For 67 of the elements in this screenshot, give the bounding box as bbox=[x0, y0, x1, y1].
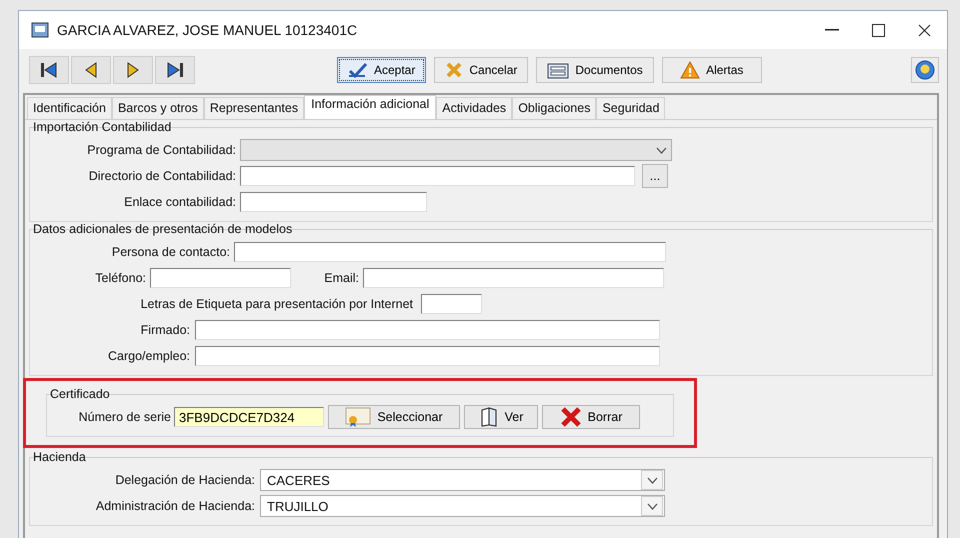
text-field[interactable] bbox=[240, 192, 427, 212]
minimize-icon bbox=[825, 29, 839, 31]
field-label: Email: bbox=[323, 271, 359, 285]
help-button[interactable] bbox=[911, 57, 939, 83]
group-title: Certificado bbox=[49, 387, 111, 401]
text-field[interactable] bbox=[195, 320, 660, 340]
view-button[interactable]: Ver bbox=[464, 405, 538, 429]
field-label: Persona de contacto: bbox=[110, 245, 230, 259]
nav-button[interactable] bbox=[29, 56, 69, 84]
text-field[interactable]: 3FB9DCDCE7D324 bbox=[174, 407, 324, 427]
text-field[interactable] bbox=[240, 166, 635, 186]
group-title: Hacienda bbox=[32, 450, 87, 464]
field-label: Delegación de Hacienda: bbox=[114, 473, 255, 487]
tab[interactable]: Barcos y otros bbox=[112, 97, 204, 119]
text-field[interactable] bbox=[195, 346, 660, 366]
field-label: Número de serie bbox=[78, 410, 171, 424]
tab[interactable]: Identificación bbox=[27, 97, 112, 119]
maximize-icon bbox=[872, 24, 884, 36]
delete-button[interactable]: Borrar bbox=[542, 405, 640, 429]
text-field[interactable] bbox=[363, 268, 664, 288]
first-record-icon bbox=[40, 62, 58, 78]
chevron-icon bbox=[646, 476, 658, 484]
field-label: Programa de Contabilidad: bbox=[86, 143, 236, 157]
field-label: Enlace contabilidad: bbox=[123, 195, 236, 209]
field-label: Firmado: bbox=[140, 323, 190, 337]
nav-button[interactable] bbox=[71, 56, 111, 84]
checkmark-icon bbox=[348, 62, 368, 78]
group-title: Datos adicionales de presentación de modelos bbox=[32, 222, 294, 236]
dropdown-field[interactable]: CACERES bbox=[260, 469, 665, 491]
next-icon bbox=[126, 62, 140, 78]
dropdown-field[interactable]: TRUJILLO bbox=[260, 495, 665, 517]
last-record-icon bbox=[166, 62, 184, 78]
toolbar-button[interactable]: Documentos bbox=[536, 57, 654, 83]
field-label: Letras de Etiqueta para presentación por Internet bbox=[140, 297, 413, 311]
field-label: Administración de Hacienda: bbox=[94, 499, 255, 513]
tab[interactable]: Obligaciones bbox=[512, 97, 596, 119]
previous-icon bbox=[84, 62, 98, 78]
warning-icon bbox=[680, 61, 700, 79]
field-label: Directorio de Contabilidad: bbox=[88, 169, 236, 183]
window-title: GARCIA ALVAREZ, JOSE MANUEL 10123401C bbox=[57, 22, 358, 38]
help-icon bbox=[915, 60, 935, 80]
group-title: Importación Contabilidad bbox=[32, 120, 172, 134]
nav-button[interactable] bbox=[155, 56, 195, 84]
book-icon bbox=[478, 407, 499, 427]
cross-icon bbox=[445, 62, 464, 78]
tab[interactable]: Representantes bbox=[204, 97, 304, 119]
chevron-icon bbox=[656, 146, 666, 154]
toolbar-button[interactable]: Aceptar bbox=[337, 57, 426, 83]
text-field[interactable] bbox=[150, 268, 291, 288]
toolbar-button[interactable]: Alertas bbox=[662, 57, 762, 83]
tab[interactable]: Seguridad bbox=[596, 97, 666, 119]
toolbar-button[interactable]: Cancelar bbox=[434, 57, 528, 83]
field-label: Cargo/empleo: bbox=[107, 349, 190, 363]
certificate-icon bbox=[345, 407, 372, 427]
text-field[interactable] bbox=[421, 294, 482, 314]
browse-button[interactable]: ... bbox=[642, 164, 668, 188]
folder-icon bbox=[547, 61, 570, 79]
tab[interactable]: Actividades bbox=[436, 97, 512, 119]
select-button[interactable]: Seleccionar bbox=[328, 405, 460, 429]
delete-icon bbox=[560, 407, 582, 427]
chevron-icon bbox=[646, 502, 658, 510]
close-icon bbox=[918, 24, 930, 36]
nav-button[interactable] bbox=[113, 56, 153, 84]
app-icon bbox=[31, 22, 49, 38]
text-field[interactable] bbox=[234, 242, 666, 262]
tab[interactable]: Información adicional bbox=[304, 95, 436, 119]
field-label: Teléfono: bbox=[94, 271, 146, 285]
